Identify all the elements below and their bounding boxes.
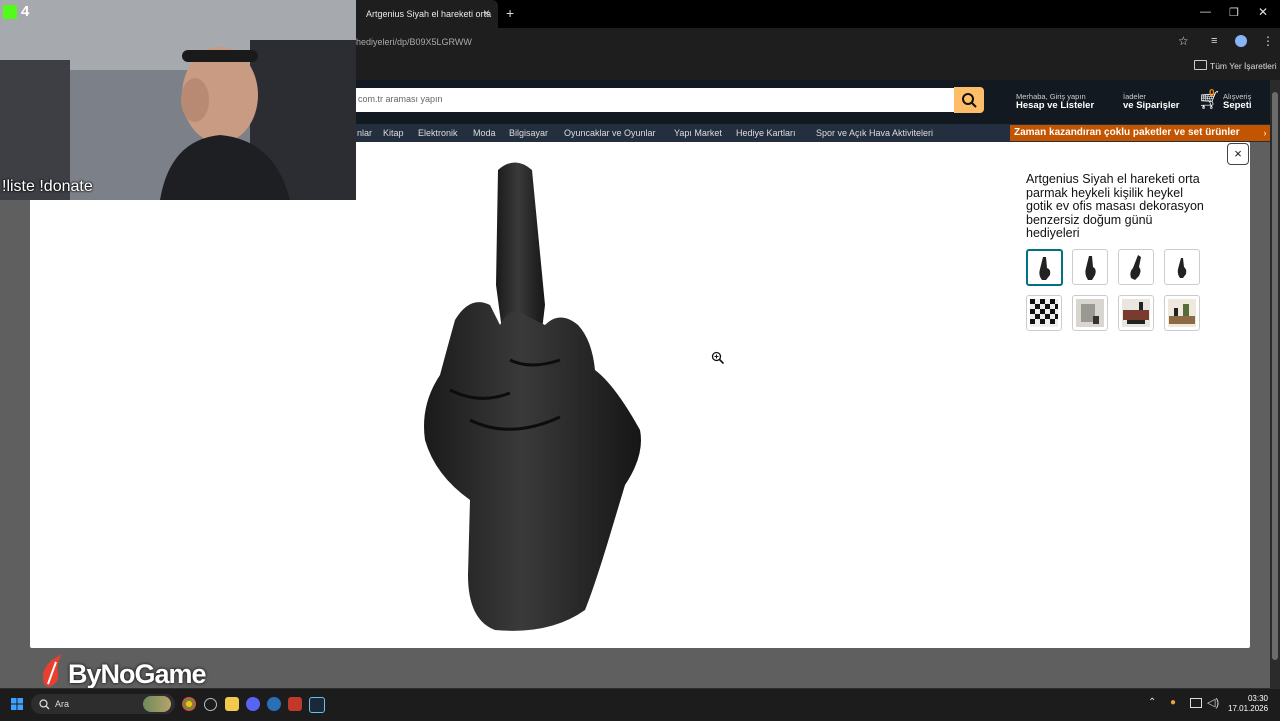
nav-item-computer[interactable]: Bilgisayar xyxy=(509,128,548,138)
thumbnail-4[interactable] xyxy=(1164,249,1200,285)
webcam-overlay xyxy=(0,0,356,200)
nav-item-books[interactable]: Kitap xyxy=(383,128,404,138)
chat-commands-text: !liste !donate xyxy=(2,178,93,195)
search-icon xyxy=(962,93,977,108)
orders-link[interactable]: ve Siparişler xyxy=(1123,100,1180,111)
bynogame-logo-text: ByNoGame xyxy=(68,659,207,689)
url-field[interactable]: hediyeleri/dp/B09X5LGRWW xyxy=(356,37,472,47)
cart-link[interactable]: Sepeti xyxy=(1223,100,1252,111)
profile-avatar[interactable] xyxy=(1235,35,1247,47)
folder-icon xyxy=(1194,60,1207,70)
nav-item-diy[interactable]: Yapı Market xyxy=(674,128,722,138)
taskbar-search[interactable]: Ara xyxy=(31,694,175,714)
streamer-video xyxy=(0,0,356,200)
windows-start-icon[interactable] xyxy=(11,698,23,710)
account-lists-link[interactable]: Hesap ve Listeler xyxy=(1016,100,1094,111)
new-tab-button[interactable]: + xyxy=(506,5,514,21)
chevron-up-icon[interactable]: ⌃ xyxy=(1148,697,1156,708)
browser-tab-active[interactable]: Artgenius Siyah el hareketi orta × xyxy=(352,0,498,28)
promo-banner[interactable]: Zaman kazandıran çoklu paketler ve set ü… xyxy=(1010,125,1260,141)
app-taskbar-icon[interactable] xyxy=(204,698,217,711)
clock-date: 17.01.2026 xyxy=(1228,704,1269,713)
viewer-count: 4 xyxy=(21,3,30,20)
kick-logo-icon xyxy=(3,5,17,19)
minimize-icon[interactable]: — xyxy=(1200,6,1211,18)
search-placeholder: com.tr araması yapın xyxy=(358,94,443,104)
chevron-right-icon[interactable]: › xyxy=(1260,125,1270,141)
thumbnail-2[interactable] xyxy=(1072,249,1108,285)
product-image-main[interactable] xyxy=(410,155,660,635)
promo-text: Zaman kazandıran çoklu paketler ve set ü… xyxy=(1014,127,1240,138)
discord-taskbar-icon[interactable] xyxy=(246,697,260,711)
bynogame-logo-icon xyxy=(43,654,62,687)
clock-time: 03:30 xyxy=(1247,694,1268,703)
zoom-in-icon[interactable] xyxy=(711,351,725,365)
nav-item-sports[interactable]: Spor ve Açık Hava Aktiviteleri xyxy=(816,128,933,138)
search-input[interactable]: com.tr araması yapın xyxy=(356,88,954,112)
file-explorer-icon[interactable] xyxy=(225,697,239,711)
taskbar-clock[interactable]: 03:30 17.01.2026 xyxy=(1228,694,1268,714)
media-controls-icon[interactable]: ≡ xyxy=(1211,35,1217,47)
app3-taskbar-icon[interactable] xyxy=(288,697,302,711)
thumbnail-8[interactable] xyxy=(1164,295,1200,331)
volume-icon[interactable]: ◁) xyxy=(1207,696,1219,709)
thumbnail-6[interactable] xyxy=(1072,295,1108,331)
app2-taskbar-icon[interactable] xyxy=(267,697,281,711)
nav-item[interactable]: nlar xyxy=(357,128,372,138)
thumbnail-7[interactable] xyxy=(1118,295,1154,331)
search-button[interactable] xyxy=(954,87,984,113)
microphone-icon[interactable]: ● xyxy=(1170,697,1176,708)
close-modal-button[interactable]: × xyxy=(1227,143,1249,165)
bookmark-star-icon[interactable]: ☆ xyxy=(1178,34,1189,48)
menu-kebab-icon[interactable]: ⋮ xyxy=(1262,34,1274,48)
thumbnail-5[interactable] xyxy=(1026,295,1062,331)
window-close-icon[interactable]: ✕ xyxy=(1258,5,1268,19)
nav-item-gift-cards[interactable]: Hediye Kartları xyxy=(736,128,796,138)
chrome-taskbar-icon[interactable] xyxy=(182,697,196,711)
network-icon[interactable] xyxy=(1190,698,1202,708)
nav-item-fashion[interactable]: Moda xyxy=(473,128,496,138)
thumbnail-3[interactable] xyxy=(1118,249,1154,285)
taskbar-search-label: Ara xyxy=(55,699,70,709)
product-title: Artgenius Siyah el hareketi orta parmak … xyxy=(1026,172,1204,240)
close-tab-icon[interactable]: × xyxy=(483,6,490,20)
tab-title: Artgenius Siyah el hareketi orta xyxy=(366,9,492,19)
scrollbar-thumb[interactable] xyxy=(1272,92,1278,660)
steam-taskbar-icon[interactable] xyxy=(309,697,325,713)
restore-icon[interactable]: ❐ xyxy=(1229,6,1239,19)
cart-count: 0 xyxy=(1209,88,1215,99)
search-icon xyxy=(39,699,50,710)
nav-item-toys[interactable]: Oyuncaklar ve Oyunlar xyxy=(564,128,656,138)
nav-item-electronics[interactable]: Elektronik xyxy=(418,128,458,138)
all-bookmarks-label[interactable]: Tüm Yer İşaretleri xyxy=(1210,61,1277,71)
thumbnail-1[interactable] xyxy=(1026,249,1063,286)
